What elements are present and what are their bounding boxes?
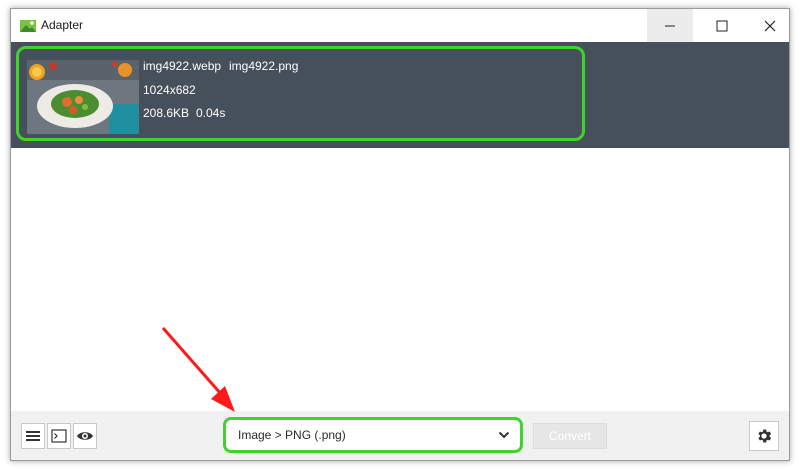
minimize-icon: [665, 25, 675, 26]
maximize-icon: [716, 20, 728, 31]
window-title: Adapter: [41, 18, 84, 32]
terminal-button[interactable]: [47, 423, 71, 449]
hamburger-icon: [26, 431, 40, 441]
file-size: 208.6KB: [143, 106, 190, 120]
menu-button[interactable]: [21, 423, 45, 449]
bottom-toolbar: Image > PNG (.png) Convert: [11, 411, 789, 460]
source-filename: img4922.webp: [143, 59, 222, 73]
gear-icon: [758, 429, 772, 443]
format-select-value: Image > PNG (.png): [238, 428, 346, 442]
maximize-button[interactable]: [699, 9, 745, 42]
file-thumbnail: [27, 60, 139, 134]
drop-area[interactable]: [11, 148, 789, 411]
minimize-button[interactable]: [647, 9, 693, 42]
file-list-panel: img4922.webp img4922.png 1024x682 208.6K…: [11, 42, 789, 148]
terminal-icon: [51, 429, 67, 443]
output-filename: img4922.png: [229, 59, 299, 73]
convert-button[interactable]: Convert: [533, 423, 607, 449]
app-icon: [20, 20, 36, 32]
title-bar: Adapter: [11, 9, 789, 42]
file-list-item[interactable]: img4922.webp img4922.png 1024x682 208.6K…: [16, 46, 585, 141]
chevron-down-icon: [498, 431, 510, 439]
preview-button[interactable]: [73, 423, 97, 449]
settings-button[interactable]: [749, 421, 779, 451]
conversion-time: 0.04s: [196, 106, 226, 120]
eye-icon: [77, 432, 93, 440]
close-button[interactable]: [747, 9, 793, 42]
close-icon: [764, 20, 776, 31]
format-select[interactable]: Image > PNG (.png): [223, 417, 523, 453]
image-dimensions: 1024x682: [143, 83, 196, 97]
app-window: Adapter img4922.webp img4922.png 1024x68…: [10, 8, 790, 461]
